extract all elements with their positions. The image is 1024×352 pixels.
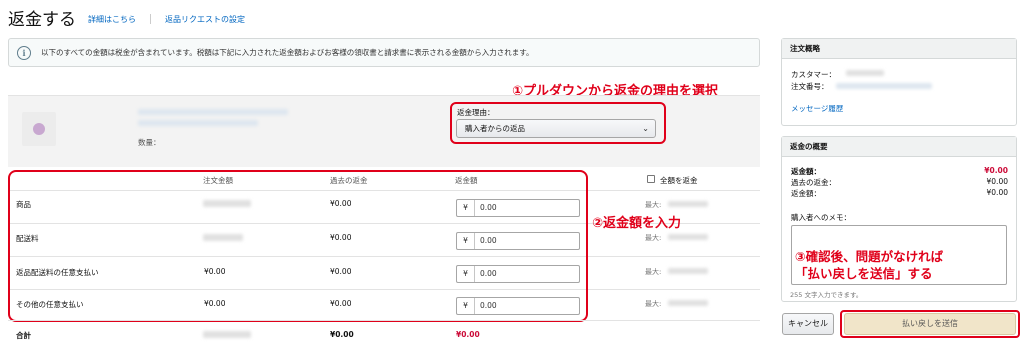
info-icon: i [17,45,31,60]
cancel-button[interactable]: キャンセル [782,313,834,335]
total-row: 合計 ¥0.00 ¥0.00 [8,320,760,348]
details-link[interactable]: 詳細はこちら [88,14,136,25]
header-divider [150,14,151,24]
max-label: 最大: [645,300,662,308]
total-refund: ¥0.00 [456,330,480,339]
past-refund-label: 過去の返金： [791,178,836,187]
info-text: 以下のすべての金額は税金が含まれています。税額は下記に入力された返金額およびお客… [41,48,534,57]
max-redacted [668,234,708,240]
submit-refund-button[interactable]: 払い戻しを送信 [844,313,1016,335]
refund-label: 返金額： [791,167,821,176]
product-title-redacted [138,109,288,115]
page-title: 返金する [8,9,76,30]
return-settings-link[interactable]: 返品リクエストの設定 [165,14,245,25]
product-subtitle-redacted [138,120,258,126]
max-label: 最大: [645,268,662,276]
refund-reason-select[interactable]: 購入者からの返品 ⌄ [456,119,656,138]
chevron-down-icon: ⌄ [642,124,649,133]
annotation-box-amounts [8,170,588,322]
order-number-label: 注文番号： [791,82,829,91]
page-header: 返金する 詳細はこちら 返品リクエストの設定 [8,4,245,30]
customer-label: カスタマー： [791,70,836,79]
full-refund-checkbox[interactable] [647,175,655,183]
annotation-step3-line2: 「払い戻しを送信」する [795,266,933,281]
memo-char-hint: 255 文字入力できます。 [790,291,863,299]
total-label: 合計 [16,331,31,340]
max-redacted [668,300,708,306]
info-banner: i 以下のすべての金額は税金が含まれています。税額は下記に入力された返金額および… [8,38,760,67]
annotation-step3-line1: ③確認後、問題がなければ [795,249,944,264]
annotation-step3: ③確認後、問題がなければ 「払い戻しを送信」する [795,248,943,282]
max-redacted [668,268,708,274]
refund-summary-title: 返金の概要 [782,137,1016,157]
order-number-redacted [836,83,932,89]
past-refund-value: ¥0.00 [986,177,1008,186]
memo-label: 購入者へのメモ： [791,213,851,222]
max-label: 最大: [645,234,662,242]
total-order-redacted [203,331,251,338]
refund-reason-label: 返金理由： [457,108,495,117]
order-summary-title: 注文概略 [782,39,1016,59]
max-label: 最大: [645,201,662,209]
annotation-step2: ②返金額を入力 [592,216,682,231]
total-past-refund: ¥0.00 [330,330,354,339]
refund2-value: ¥0.00 [986,188,1008,197]
product-thumbnail [22,112,56,146]
refund-value: ¥0.00 [984,166,1008,175]
customer-redacted [846,70,884,76]
full-refund-label: 全額を返金 [660,176,698,185]
refund2-label: 返金額： [791,189,821,198]
message-history-link[interactable]: メッセージ履歴 [791,103,843,114]
order-summary-panel: 注文概略 カスタマー： 注文番号： メッセージ履歴 [781,38,1017,126]
quantity-label: 数量： [138,138,161,147]
max-redacted [668,201,708,207]
refund-reason-value: 購入者からの返品 [465,124,525,133]
